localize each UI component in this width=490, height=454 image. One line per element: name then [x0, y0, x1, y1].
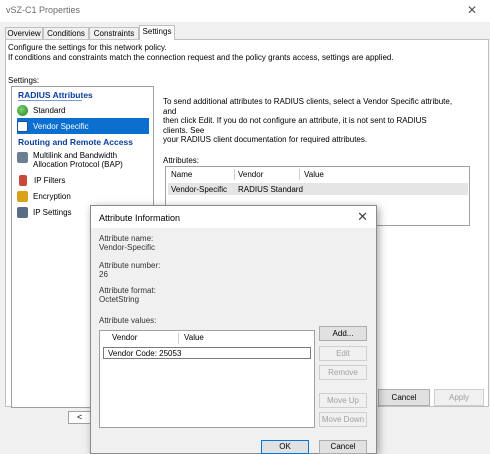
- tree-item-label: IP Settings: [33, 207, 72, 217]
- column-header-value[interactable]: Value: [184, 333, 204, 342]
- tree-item-multilink[interactable]: Multilink and Bandwidth Allocation Proto…: [17, 149, 149, 171]
- column-header-value[interactable]: Value: [304, 170, 324, 179]
- attribute-values-list[interactable]: Vendor Value Vendor Code: 25053: [99, 330, 315, 428]
- multilink-icon: [17, 152, 28, 163]
- column-divider: [299, 169, 300, 180]
- tab-conditions[interactable]: Conditions: [43, 27, 89, 39]
- tree-item-label-line: Allocation Protocol (BAP): [33, 160, 123, 169]
- tree-item-ip-filters[interactable]: IP Filters: [17, 172, 149, 188]
- add-button[interactable]: Add...: [319, 326, 367, 341]
- tab-constraints[interactable]: Constraints: [89, 27, 139, 39]
- move-down-button[interactable]: Move Down: [319, 412, 367, 427]
- attribute-number-value: 26: [99, 270, 108, 279]
- vendor-specific-description: To send additional attributes to RADIUS …: [163, 97, 453, 145]
- table-row[interactable]: Vendor Code: 25053: [103, 347, 311, 359]
- lock-icon: [17, 190, 28, 202]
- network-icon: [17, 206, 28, 218]
- tree-item-vendor-specific[interactable]: Vendor Specific: [17, 118, 149, 134]
- attribute-format-value: OctetString: [99, 295, 140, 304]
- column-header-name[interactable]: Name: [171, 170, 192, 179]
- description-line: To send additional attributes to RADIUS …: [163, 97, 453, 116]
- attribute-name-label: Attribute name:: [99, 234, 154, 243]
- tab-overview[interactable]: Overview: [5, 27, 43, 39]
- close-icon[interactable]: ✕: [467, 3, 477, 17]
- policy-description: Configure the settings for this network …: [8, 43, 478, 62]
- attribute-values-label: Attribute values:: [99, 316, 157, 325]
- window-title: vSZ-C1 Properties: [6, 5, 81, 15]
- tree-item-standard[interactable]: Standard: [17, 102, 149, 118]
- cell-vendor: RADIUS Standard: [238, 185, 303, 194]
- dialog-cancel-button[interactable]: Cancel: [319, 440, 367, 454]
- tree-item-label: Vendor Specific: [33, 121, 89, 131]
- tab-settings[interactable]: Settings: [139, 25, 175, 40]
- chevron-left-icon: <: [77, 412, 83, 422]
- attribute-information-dialog: Attribute Information ✕ Attribute name: …: [90, 205, 377, 454]
- description-line: your RADIUS client documentation for req…: [163, 135, 368, 144]
- ok-button[interactable]: OK: [261, 440, 309, 454]
- column-divider: [178, 333, 179, 344]
- routing-remote-access-header[interactable]: Routing and Remote Access: [18, 137, 133, 147]
- ip-filter-icon: [19, 174, 27, 186]
- cell-vendor: Vendor Code: 25053: [108, 349, 182, 358]
- close-icon[interactable]: ✕: [357, 209, 368, 225]
- window-titlebar: vSZ-C1 Properties ✕: [0, 0, 490, 22]
- description-line: then click Edit. If you do not configure…: [163, 116, 427, 135]
- globe-icon: [17, 104, 28, 116]
- remove-button[interactable]: Remove: [319, 365, 367, 380]
- tree-item-label: IP Filters: [34, 175, 66, 185]
- settings-label: Settings:: [8, 76, 40, 85]
- description-line: If conditions and constraints match the …: [8, 52, 394, 62]
- attributes-label: Attributes:: [163, 156, 200, 165]
- cancel-button[interactable]: Cancel: [378, 389, 430, 406]
- header-underline: [18, 100, 82, 101]
- description-line: Configure the settings for this network …: [8, 43, 167, 52]
- column-header-vendor[interactable]: Vendor: [112, 333, 137, 342]
- move-up-button[interactable]: Move Up: [319, 393, 367, 408]
- column-divider: [234, 169, 235, 180]
- dialog-title: Attribute Information: [99, 213, 181, 223]
- edit-button[interactable]: Edit: [319, 346, 367, 361]
- tree-item-label: Multilink and Bandwidth Allocation Proto…: [33, 151, 123, 169]
- radius-attributes-header[interactable]: RADIUS Attributes: [18, 90, 93, 100]
- dialog-titlebar: Attribute Information ✕: [91, 206, 376, 228]
- column-header-vendor[interactable]: Vendor: [238, 170, 263, 179]
- attribute-name-value: Vendor-Specific: [99, 243, 156, 252]
- apply-button[interactable]: Apply: [434, 389, 484, 406]
- cell-name: Vendor-Specific: [171, 185, 228, 194]
- tree-item-encryption[interactable]: Encryption: [17, 188, 149, 204]
- attribute-format-label: Attribute format:: [99, 286, 156, 295]
- attribute-number-label: Attribute number:: [99, 261, 161, 270]
- tree-item-label: Encryption: [33, 191, 71, 201]
- tree-item-label-line: Multilink and Bandwidth: [33, 151, 118, 160]
- tree-item-label: Standard: [33, 105, 66, 115]
- vendor-specific-icon: [17, 120, 28, 132]
